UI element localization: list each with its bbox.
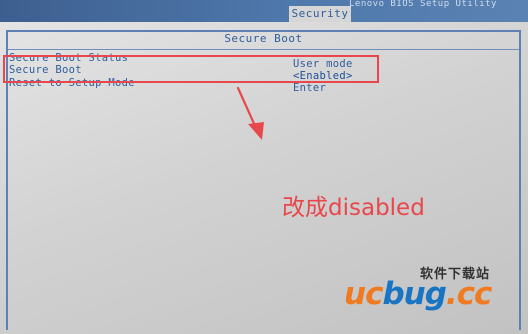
highlight-box xyxy=(3,55,379,83)
annotation-note: 改成disabled xyxy=(282,195,425,221)
tab-security[interactable]: Security xyxy=(289,6,351,22)
pointer-arrow-icon xyxy=(236,86,264,140)
page-title: Secure Boot xyxy=(224,32,303,45)
ucbug-watermark: 软件下载站 ucbug.cc xyxy=(340,262,528,334)
watermark-logo-part2: bug xyxy=(382,276,446,312)
utility-title: Lenovo BIOS Setup Utility xyxy=(349,0,497,8)
frame-divider xyxy=(8,49,519,50)
reset-to-setup-mode-value[interactable]: Enter xyxy=(293,82,326,94)
watermark-logo-part1: uc xyxy=(344,276,383,312)
watermark-logo: ucbug.cc xyxy=(344,276,493,312)
watermark-logo-part3: .cc xyxy=(445,276,493,312)
bios-top-bar: Lenovo BIOS Setup Utility Security xyxy=(0,0,528,22)
